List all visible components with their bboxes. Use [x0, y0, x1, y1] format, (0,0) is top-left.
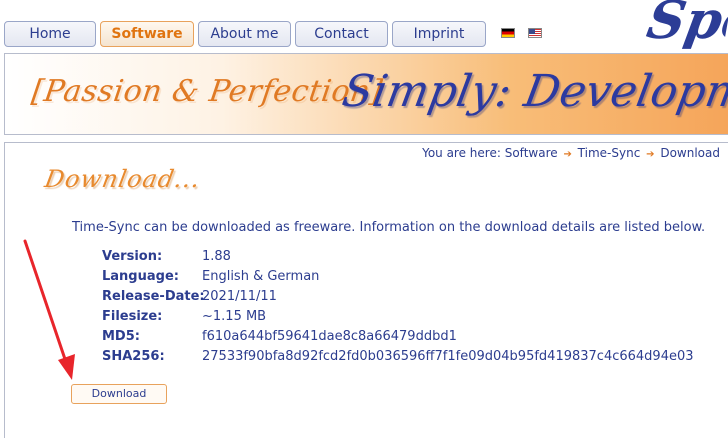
page-title: Download... [42, 165, 203, 193]
banner-slogan: [Passion & Perfection] [29, 74, 385, 109]
header-banner: [Passion & Perfection] Simply: Developme… [4, 53, 728, 135]
arrow-right-icon: ➔ [563, 149, 572, 160]
tab-about-me[interactable]: About me [198, 21, 291, 47]
detail-label: Release-Date: [102, 289, 205, 304]
main-content: You are here: Software ➔ Time-Sync ➔ Dow… [4, 142, 728, 438]
detail-value: 1.88 [202, 249, 231, 264]
detail-label: Version: [102, 249, 163, 264]
breadcrumb-prefix: You are here: [422, 146, 501, 160]
breadcrumb: You are here: Software ➔ Time-Sync ➔ Dow… [422, 146, 720, 160]
download-button[interactable]: Download [71, 384, 167, 404]
detail-value: English & German [202, 269, 320, 284]
detail-value: f610a644bf59641dae8c8a66479ddbd1 [202, 329, 457, 344]
breadcrumb-item-download[interactable]: Download [660, 146, 720, 160]
arrow-right-icon: ➔ [646, 149, 655, 160]
german-flag-icon[interactable] [501, 28, 515, 38]
tab-contact[interactable]: Contact [295, 21, 388, 47]
english-flag-icon[interactable] [528, 28, 542, 38]
breadcrumb-item-software[interactable]: Software [505, 146, 558, 160]
breadcrumb-item-time-sync[interactable]: Time-Sync [578, 146, 641, 160]
detail-label: MD5: [102, 329, 140, 344]
banner-brand: Simply: Development [338, 66, 728, 117]
corner-logo: Spe [642, 0, 728, 51]
detail-label: Filesize: [102, 309, 163, 324]
detail-label: Language: [102, 269, 179, 284]
detail-label: SHA256: [102, 349, 165, 364]
intro-text: Time-Sync can be downloaded as freeware.… [72, 220, 706, 235]
tab-home[interactable]: Home [4, 21, 96, 47]
top-navigation: Home Software About me Contact Imprint S… [0, 0, 728, 51]
detail-value: 27533f90bfa8d92fcd2fd0b036596ff7f1fe09d0… [202, 349, 694, 364]
detail-value: ~1.15 MB [202, 309, 267, 324]
tab-software[interactable]: Software [100, 21, 194, 47]
tab-imprint[interactable]: Imprint [392, 21, 486, 47]
detail-value: 2021/11/11 [202, 289, 277, 304]
